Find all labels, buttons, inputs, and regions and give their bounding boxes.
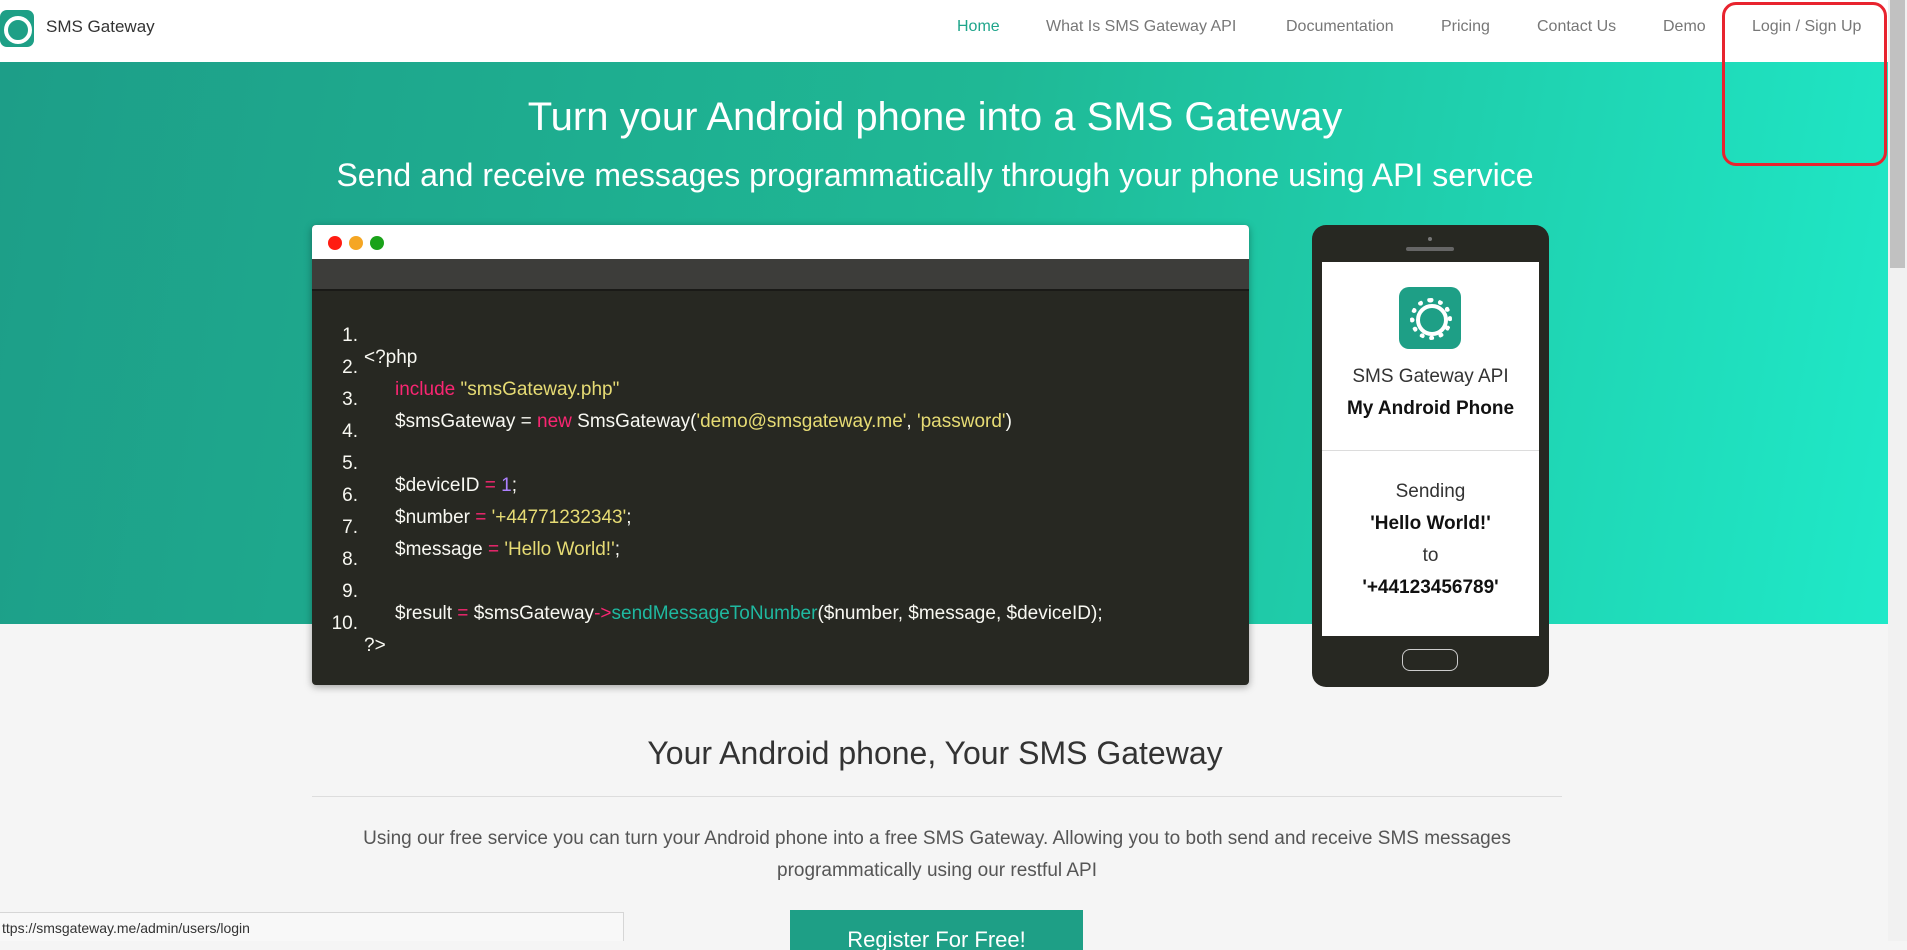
scrollbar-thumb[interactable] xyxy=(1890,0,1905,268)
minimize-dot-icon xyxy=(349,236,363,250)
vertical-scrollbar[interactable] xyxy=(1888,0,1907,941)
code-block: 1. <?php 2. include "smsGateway.php" 3. … xyxy=(312,303,1249,656)
nav-pricing[interactable]: Pricing xyxy=(1441,18,1490,36)
nav-what-is-sms-gateway-api[interactable]: What Is SMS Gateway API xyxy=(1046,18,1236,36)
code-line: 6. $number = '+44771232343'; xyxy=(342,485,632,528)
phone-recipient: '+44123456789' xyxy=(1362,577,1499,598)
brand-name[interactable]: SMS Gateway xyxy=(46,17,155,37)
highlight-annotation xyxy=(1722,2,1887,166)
phone-speaker-icon xyxy=(1406,247,1454,251)
code-line: 5. $deviceID = 1; xyxy=(342,453,518,496)
phone-app-name: SMS Gateway API xyxy=(1352,366,1509,387)
phone-mockup: SMS Gateway API My Android Phone Sending… xyxy=(1312,225,1549,687)
code-line: 1. <?php xyxy=(342,325,418,368)
sms-gateway-app-icon xyxy=(1399,287,1461,349)
code-line: 9. $result = $smsGateway->sendMessageToN… xyxy=(342,581,1103,624)
phone-message: 'Hello World!' xyxy=(1370,513,1491,534)
hero-subtitle: Send and receive messages programmatical… xyxy=(336,157,1534,193)
phone-device-name: My Android Phone xyxy=(1346,398,1515,419)
nav-contact-us[interactable]: Contact Us xyxy=(1537,18,1616,36)
phone-divider xyxy=(1322,450,1539,451)
brand-logo-icon[interactable] xyxy=(0,10,34,47)
close-dot-icon xyxy=(328,236,342,250)
section-divider xyxy=(312,796,1562,797)
code-line: 3. $smsGateway = new SmsGateway('demo@sm… xyxy=(342,389,1012,432)
code-window-titlebar xyxy=(312,225,1249,259)
code-window: 1. <?php 2. include "smsGateway.php" 3. … xyxy=(312,225,1249,685)
code-line: 2. include "smsGateway.php" xyxy=(342,357,620,400)
maximize-dot-icon xyxy=(370,236,384,250)
code-line: 4. xyxy=(342,421,358,442)
nav-documentation[interactable]: Documentation xyxy=(1286,18,1394,36)
section-title: Your Android phone, Your SMS Gateway xyxy=(647,735,1223,771)
phone-status: Sending xyxy=(1395,481,1466,502)
phone-camera-icon xyxy=(1428,237,1432,241)
code-line: 7. $message = 'Hello World!'; xyxy=(342,517,620,560)
code-window-tabbar xyxy=(312,259,1249,291)
nav-demo[interactable]: Demo xyxy=(1663,18,1706,36)
phone-screen: SMS Gateway API My Android Phone Sending… xyxy=(1322,262,1539,636)
nav-home[interactable]: Home xyxy=(957,18,1000,36)
link-status-bar: ttps://smsgateway.me/admin/users/login xyxy=(0,912,624,941)
hero-title: Turn your Android phone into a SMS Gatew… xyxy=(527,95,1343,139)
section-description: Using our free service you can turn your… xyxy=(363,828,1511,881)
phone-to-label: to xyxy=(1422,545,1439,566)
code-line: 10. ?> xyxy=(331,613,386,656)
code-line: 8. xyxy=(342,549,358,570)
phone-home-button-icon xyxy=(1402,649,1458,671)
top-navbar: SMS Gateway Home What Is SMS Gateway API… xyxy=(0,0,1888,63)
register-button[interactable]: Register For Free! xyxy=(790,910,1083,950)
